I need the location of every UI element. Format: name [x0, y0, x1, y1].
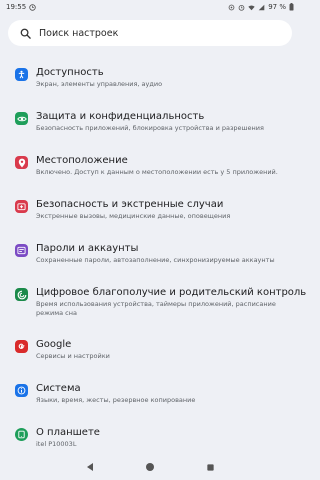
status-bar: 19:55 97 %: [0, 0, 300, 14]
settings-item-google[interactable]: Google Сервисы и настройки: [0, 330, 300, 374]
item-title: Google: [36, 339, 72, 350]
battery-icon: [289, 3, 294, 11]
item-subtitle: Языки, время, жесты, резервное копирован…: [36, 396, 196, 404]
search-bar[interactable]: Поиск настроек: [8, 20, 292, 46]
accounts-icon: [15, 244, 28, 257]
settings-item-system[interactable]: Система Языки, время, жесты, резервное к…: [0, 374, 300, 418]
item-title: Местоположение: [36, 155, 128, 166]
settings-list: Доступность Экран, элементы управления, …: [0, 58, 307, 462]
accessibility-icon: [15, 68, 28, 81]
item-subtitle: Включено. Доступ к данным о местоположен…: [36, 168, 278, 176]
item-title: Защита и конфиденциальность: [36, 111, 205, 122]
search-placeholder: Поиск настроек: [39, 27, 119, 39]
item-subtitle: Экстренные вызовы, медицинские данные, о…: [36, 212, 231, 220]
status-time: 19:55: [6, 3, 27, 11]
gps-icon: [228, 4, 235, 10]
item-title: О планшете: [36, 427, 100, 438]
item-subtitle: Безопасность приложений, блокировка устр…: [36, 124, 264, 132]
wellbeing-icon: [15, 288, 28, 301]
item-title: Система: [36, 383, 81, 394]
settings-item-location[interactable]: Местоположение Включено. Доступ к данным…: [0, 146, 300, 190]
item-subtitle: Время использования устройства, таймеры …: [36, 300, 276, 317]
item-subtitle: itel P10003L: [36, 440, 77, 448]
item-title: Пароли и аккаунты: [36, 243, 139, 254]
item-title: Цифровое благополучие и родительский кон…: [36, 287, 307, 298]
location-pin-icon: [15, 156, 28, 169]
search-icon: [20, 28, 31, 39]
settings-item-passwords-accounts[interactable]: Пароли и аккаунты Сохраненные пароли, ав…: [0, 234, 300, 278]
navigation-bar: [0, 454, 300, 480]
alarm-icon: [238, 4, 245, 11]
system-info-icon: [15, 384, 28, 397]
item-title: Доступность: [36, 67, 104, 78]
google-icon: [15, 340, 28, 353]
signal-icon: [258, 4, 265, 10]
emergency-icon: [15, 200, 28, 213]
battery-percent: 97 %: [268, 3, 286, 11]
home-circle-icon[interactable]: [142, 459, 158, 475]
item-subtitle: Экран, элементы управления, аудио: [36, 80, 163, 88]
clock-icon: [29, 3, 36, 11]
recents-square-icon[interactable]: [202, 459, 218, 475]
tablet-icon: [15, 428, 28, 441]
eye-icon: [15, 112, 28, 125]
settings-item-accessibility[interactable]: Доступность Экран, элементы управления, …: [0, 58, 300, 102]
item-subtitle: Сохраненные пароли, автозаполнение, синх…: [36, 256, 275, 264]
wifi-icon: [248, 5, 255, 10]
back-triangle-icon[interactable]: [82, 459, 98, 475]
settings-item-safety-emergency[interactable]: Безопасность и экстренные случаи Экстрен…: [0, 190, 300, 234]
settings-item-privacy[interactable]: Защита и конфиденциальность Безопасность…: [0, 102, 300, 146]
settings-item-digital-wellbeing[interactable]: Цифровое благополучие и родительский кон…: [0, 278, 307, 330]
item-title: Безопасность и экстренные случаи: [36, 199, 224, 210]
item-subtitle: Сервисы и настройки: [36, 352, 110, 360]
